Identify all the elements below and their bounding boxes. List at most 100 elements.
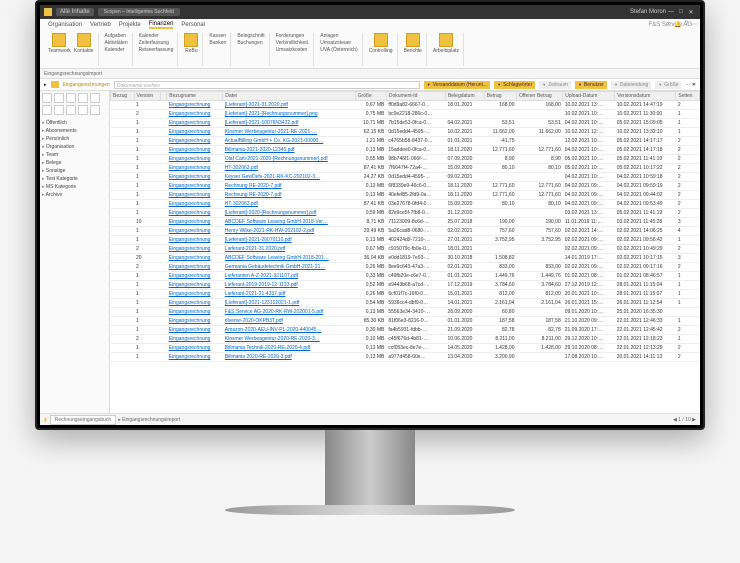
table-row[interactable]: 1EingangsrechnungLieferant-2021-21-4337.… <box>111 290 700 299</box>
table-row[interactable]: 1EingangsrechnungBillmania Technik-2020-… <box>111 344 700 353</box>
btn-kontakte[interactable]: Kontakte <box>74 33 94 54</box>
btn-banken[interactable]: Banken <box>209 40 226 46</box>
chip-dateiendung[interactable]: Dateiendung <box>611 81 651 89</box>
min-button[interactable]: — <box>666 9 676 15</box>
tree-item[interactable]: MS Kategorie <box>42 183 107 191</box>
more-icon[interactable]: ⋯ <box>691 21 697 28</box>
table-row[interactable]: 10EingangsrechnungABCDEF Software Leasin… <box>111 218 700 227</box>
col-header[interactable]: Offener Betrag <box>516 92 562 101</box>
table-row[interactable]: 2Eingangsrechnung[Lieferant]-2021-[Rechn… <box>111 110 700 119</box>
btn-kalender2[interactable]: Kalender <box>139 33 174 39</box>
table-row[interactable]: 1EingangsrechnungRechnung RE-2020-7.pdf0… <box>111 191 700 200</box>
table-row[interactable]: 1EingangsrechnungBillmania-2021-2020-123… <box>111 146 700 155</box>
col-header[interactable]: Größe <box>355 92 386 101</box>
page-nav[interactable]: ◀ 1 / 10 ▶ <box>673 417 696 423</box>
tree-item[interactable]: Abonnements <box>42 127 107 135</box>
view-icon[interactable] <box>54 105 64 115</box>
tab-organisation[interactable]: Organisation <box>48 22 82 28</box>
view-icon[interactable] <box>54 93 64 103</box>
btn-uva[interactable]: UVA (Österreich) <box>320 47 357 53</box>
btn-berichte[interactable]: Berichte <box>404 33 422 54</box>
view-icon[interactable] <box>42 93 52 103</box>
help-icon[interactable]: ? <box>685 21 688 28</box>
table-row[interactable]: 1EingangsrechnungAmazon-2020-AEU-INV-PL-… <box>111 326 700 335</box>
tree-item[interactable]: Test Kategorie <box>42 175 107 183</box>
filter-more[interactable]: ⋯ ✕ <box>685 82 696 88</box>
btn-kalender[interactable]: Kalender <box>105 47 128 53</box>
table-row[interactable]: 1EingangsrechnungLieferant-2019-2019-12-… <box>111 281 700 290</box>
view-icon[interactable] <box>66 93 76 103</box>
btn-arbeitsplatz[interactable]: Arbeitsplatz <box>433 33 459 54</box>
chip-benutzer[interactable]: Benutzer <box>575 81 607 89</box>
table-row[interactable]: 1EingangsrechnungHT-302063.pdf87,41 KB7f… <box>111 164 700 173</box>
btn-controlling[interactable]: Controlling <box>369 33 393 54</box>
table-row[interactable]: 1EingangsrechnungKeyser GewDefs-2021-RK-… <box>111 173 700 182</box>
btn-rebu[interactable]: ReBu <box>184 33 198 54</box>
tree-item[interactable]: Organisation <box>42 143 107 151</box>
view-icon[interactable] <box>90 93 100 103</box>
data-grid[interactable]: BezugVersion BezugnameDateiGrößeDokument-… <box>110 91 700 413</box>
chip-groesse[interactable]: Größe <box>655 81 681 89</box>
view-icon[interactable] <box>90 105 100 115</box>
col-header[interactable]: Belegdatum <box>445 92 484 101</box>
table-row[interactable]: 1EingangsrechnungHT-302063.pdf87,41 KB03… <box>111 200 700 209</box>
table-row[interactable]: 1Eingangsrechnung[Lieferant]-2021-123102… <box>111 299 700 308</box>
tree-item[interactable]: Team <box>42 151 107 159</box>
tree-item[interactable]: Sonstige <box>42 167 107 175</box>
max-button[interactable]: □ <box>676 9 686 15</box>
table-row[interactable]: 1EingangsrechnungLieferanten A-Z-2021-32… <box>111 272 700 281</box>
col-header[interactable]: Bezug <box>111 92 135 101</box>
tab-projekte[interactable]: Projekte <box>119 22 141 28</box>
view-icon[interactable] <box>78 93 88 103</box>
col-header[interactable]: Datei <box>223 92 355 101</box>
view-icon[interactable] <box>42 105 52 115</box>
table-row[interactable]: 1EingangsrechnungOlaf Carli-2021-2020-[R… <box>111 155 700 164</box>
table-row[interactable]: 1Eingangsrechnungdiverse-2020-OKPB3T.pdf… <box>111 317 700 326</box>
btn-forderungen[interactable]: Forderungen <box>276 33 310 39</box>
btn-umsatzkosten[interactable]: Umsatzkosten <box>276 47 310 53</box>
tab-finanzen[interactable]: Finanzen <box>149 21 174 29</box>
btn-reiseerfassung[interactable]: Reiseerfassung <box>139 47 174 53</box>
tree-item[interactable]: Persönlich <box>42 135 107 143</box>
search-tab[interactable]: Scopen – Intelligentes Suchfeld <box>98 8 180 16</box>
table-row[interactable]: 1EingangsrechnungBillmania 2020-RE-2020-… <box>111 353 700 362</box>
col-header[interactable]: Bezugname <box>167 92 223 101</box>
tab-vertrieb[interactable]: Vertrieb <box>90 22 111 28</box>
table-row[interactable]: 1EingangsrechnungKlosmer Werbeagentur-20… <box>111 128 700 137</box>
view-icon[interactable] <box>66 105 76 115</box>
col-header[interactable]: Version <box>134 92 161 101</box>
table-row[interactable]: 2EingangsrechnungGermania Gebäudetechnik… <box>111 263 700 272</box>
table-row[interactable]: 20EingangsrechnungABCDEF Software Leasin… <box>111 254 700 263</box>
chip-zeitraum[interactable]: Zeitraum <box>539 81 571 89</box>
table-row[interactable]: 2EingangsrechnungKlosmer Werbeagentur-20… <box>111 335 700 344</box>
col-header[interactable]: Betrag <box>484 92 516 101</box>
col-header[interactable]: Upload-Datum <box>563 92 615 101</box>
table-row[interactable]: 1EingangsrechnungRechnung RE-2020-7.pdf0… <box>111 182 700 191</box>
tree-item[interactable]: Archive <box>42 191 107 199</box>
expand-icon[interactable]: ⌃ <box>666 21 671 28</box>
chip-schlagwoerter[interactable]: Schlagwörter <box>494 81 535 89</box>
table-row[interactable]: 1Eingangsrechnung[Lieferant]-2021-10076N… <box>111 119 700 128</box>
col-header[interactable]: Seiten <box>676 92 700 101</box>
table-row[interactable]: 1EingangsrechnungActualBilling GmbH + Co… <box>111 137 700 146</box>
table-row[interactable]: 1Eingangsrechnung[Lieferant]-2021-200701… <box>111 236 700 245</box>
close-button[interactable]: ✕ <box>686 9 696 16</box>
bell-icon[interactable]: 🔔 <box>674 21 681 28</box>
btn-buchungen[interactable]: Buchungen <box>237 40 264 46</box>
tree-item[interactable]: Belege <box>42 159 107 167</box>
col-header[interactable]: Dokument-Id <box>386 92 445 101</box>
table-row[interactable]: 1EingangsrechnungF&S Service AG-2020-RK-… <box>111 308 700 317</box>
view-icon[interactable] <box>78 105 88 115</box>
status-tab-1[interactable]: Rechnungseingangsbuch <box>50 415 116 425</box>
tree-item[interactable]: Öffentlich <box>42 119 107 127</box>
folder-name[interactable]: Eingangsrechnungen <box>63 82 110 88</box>
btn-teamwork[interactable]: Teamwork <box>48 33 71 54</box>
search-input[interactable]: Dokumente suchen <box>114 81 420 89</box>
table-row[interactable]: 1Eingangsrechnung[Lieferant]-2020-[Rechn… <box>111 209 700 218</box>
tab-personal[interactable]: Personal <box>181 22 205 28</box>
table-row[interactable]: 2EingangsrechnungLieferant-2021-31.2020.… <box>111 245 700 254</box>
search-scope[interactable]: Alle Inhalte <box>56 8 94 16</box>
btn-aktivitaeten[interactable]: Aktivitäten <box>105 40 128 46</box>
btn-aufgaben[interactable]: Aufgaben <box>105 33 128 39</box>
chip-versanddatum[interactable]: Versanddatum (Herunt... <box>424 81 490 89</box>
